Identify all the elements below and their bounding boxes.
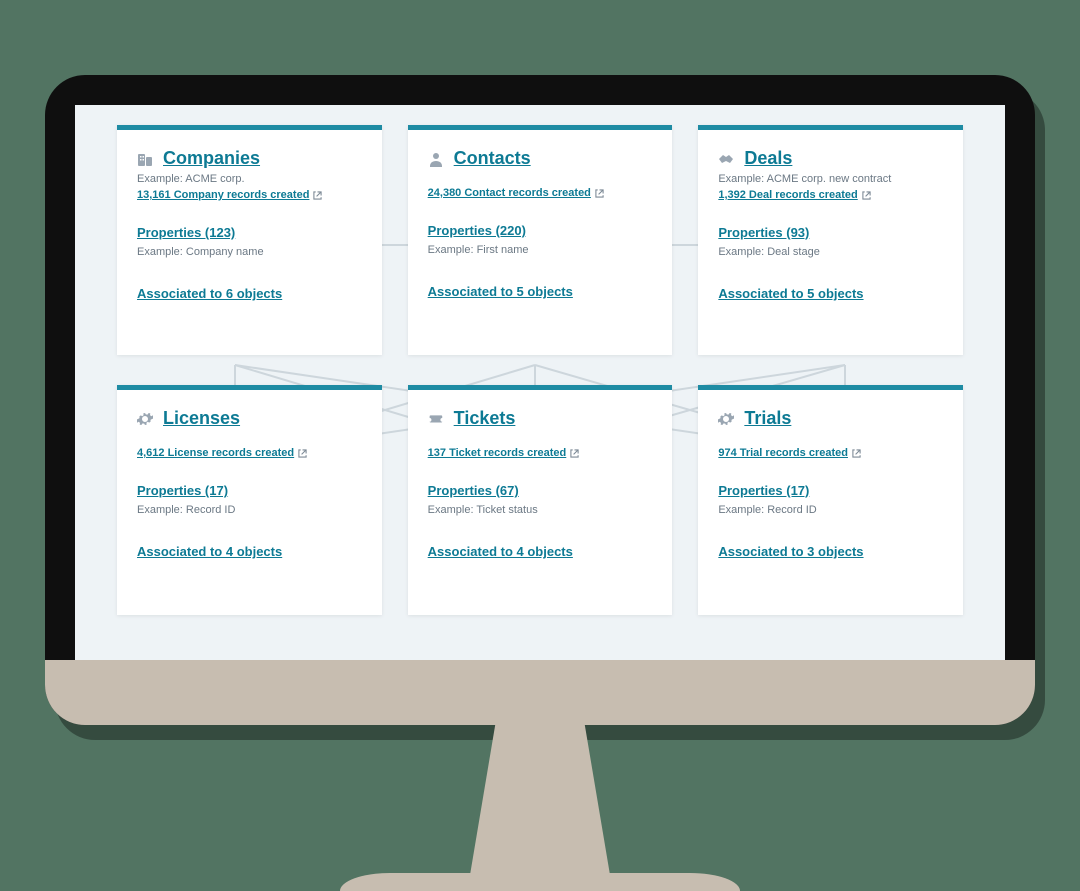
records-created-link[interactable]: 4,612 License records created bbox=[137, 447, 307, 459]
gear-icon bbox=[137, 411, 153, 427]
properties-link[interactable]: Properties (93) bbox=[718, 225, 809, 240]
properties-link[interactable]: Properties (67) bbox=[428, 483, 519, 498]
card-example: Example: ACME corp. bbox=[137, 173, 362, 185]
monitor-chin bbox=[45, 660, 1035, 725]
properties-link[interactable]: Properties (17) bbox=[137, 483, 228, 498]
card-contacts: Contacts 24,380 Contact records created … bbox=[408, 125, 673, 355]
monitor-bezel: Companies Example: ACME corp. 13,161 Com… bbox=[45, 75, 1035, 725]
handshake-icon bbox=[718, 151, 734, 167]
app-screen: Companies Example: ACME corp. 13,161 Com… bbox=[75, 105, 1005, 665]
monitor-stand-neck bbox=[470, 725, 610, 875]
card-deals: Deals Example: ACME corp. new contract 1… bbox=[698, 125, 963, 355]
monitor-mockup: Companies Example: ACME corp. 13,161 Com… bbox=[45, 75, 1035, 891]
object-cards-grid: Companies Example: ACME corp. 13,161 Com… bbox=[75, 105, 1005, 665]
properties-example: Example: Deal stage bbox=[718, 246, 943, 258]
properties-example: Example: Company name bbox=[137, 246, 362, 258]
card-title[interactable]: Tickets bbox=[454, 408, 516, 429]
card-example: Example: ACME corp. new contract bbox=[718, 173, 943, 185]
card-companies: Companies Example: ACME corp. 13,161 Com… bbox=[117, 125, 382, 355]
monitor-stand-base bbox=[340, 873, 740, 891]
associated-link[interactable]: Associated to 5 objects bbox=[428, 284, 573, 299]
properties-example: Example: Record ID bbox=[718, 504, 943, 516]
associated-link[interactable]: Associated to 3 objects bbox=[718, 544, 863, 559]
card-title[interactable]: Trials bbox=[744, 408, 791, 429]
records-created-link[interactable]: 137 Ticket records created bbox=[428, 447, 580, 459]
external-link-icon bbox=[298, 449, 307, 458]
external-link-icon bbox=[570, 449, 579, 458]
records-created-link[interactable]: 13,161 Company records created bbox=[137, 189, 322, 201]
card-title[interactable]: Deals bbox=[744, 148, 792, 169]
properties-link[interactable]: Properties (123) bbox=[137, 225, 235, 240]
card-title[interactable]: Contacts bbox=[454, 148, 531, 169]
records-created-link[interactable]: 24,380 Contact records created bbox=[428, 187, 604, 199]
card-title[interactable]: Companies bbox=[163, 148, 260, 169]
external-link-icon bbox=[313, 191, 322, 200]
records-created-link[interactable]: 974 Trial records created bbox=[718, 447, 861, 459]
associated-link[interactable]: Associated to 4 objects bbox=[428, 544, 573, 559]
properties-link[interactable]: Properties (17) bbox=[718, 483, 809, 498]
properties-example: Example: Record ID bbox=[137, 504, 362, 516]
gear-icon bbox=[718, 411, 734, 427]
properties-example: Example: Ticket status bbox=[428, 504, 653, 516]
external-link-icon bbox=[595, 189, 604, 198]
associated-link[interactable]: Associated to 4 objects bbox=[137, 544, 282, 559]
properties-link[interactable]: Properties (220) bbox=[428, 223, 526, 238]
external-link-icon bbox=[852, 449, 861, 458]
card-tickets: Tickets 137 Ticket records created Prope… bbox=[408, 385, 673, 615]
building-icon bbox=[137, 151, 153, 167]
card-title[interactable]: Licenses bbox=[163, 408, 240, 429]
associated-link[interactable]: Associated to 6 objects bbox=[137, 286, 282, 301]
card-licenses: Licenses 4,612 License records created P… bbox=[117, 385, 382, 615]
ticket-icon bbox=[428, 411, 444, 427]
associated-link[interactable]: Associated to 5 objects bbox=[718, 286, 863, 301]
records-created-link[interactable]: 1,392 Deal records created bbox=[718, 189, 870, 201]
external-link-icon bbox=[862, 191, 871, 200]
card-trials: Trials 974 Trial records created Propert… bbox=[698, 385, 963, 615]
person-icon bbox=[428, 151, 444, 167]
properties-example: Example: First name bbox=[428, 244, 653, 256]
